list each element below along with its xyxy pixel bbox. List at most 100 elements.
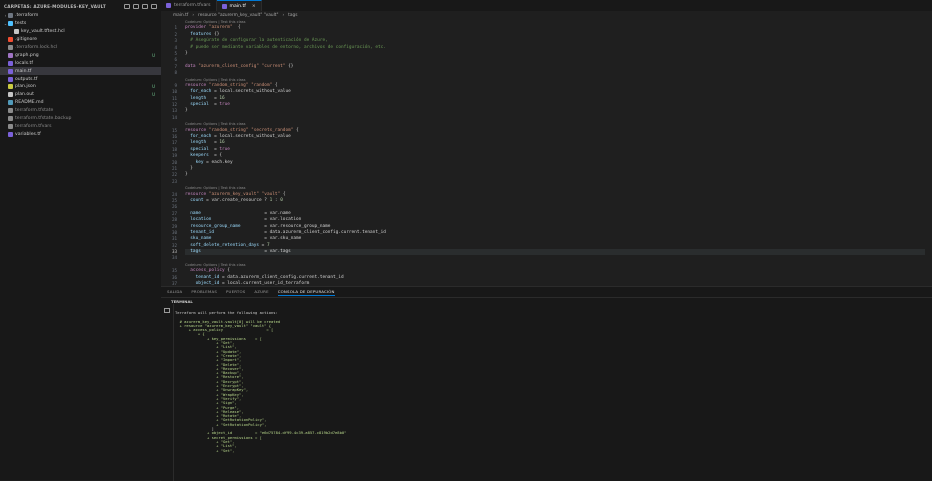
code-token: soft_delete_retention_days [185, 242, 260, 248]
editor-tab[interactable]: main.tf × [216, 0, 262, 11]
terraform-file-icon [166, 3, 171, 8]
editor-tab[interactable]: terraform.tfvars [161, 0, 217, 11]
file-icon [8, 108, 13, 114]
code-token: tenant_id [185, 274, 223, 280]
file-icon [8, 123, 13, 129]
code-token: tenant_id [185, 229, 215, 235]
terminal-output[interactable]: Terraform will perform the following act… [175, 310, 925, 453]
code-token: length [185, 140, 209, 146]
code-editor[interactable]: 1 2 3 4 5 6 7 8 9 10 11 12 13 14 15 16 17 18 19 20 21 22 23 24 2… [161, 19, 932, 286]
panel-tab-bar: SALIDA PROBLEMAS PUERTOS AZURE CONSOLA DE DE… [161, 287, 932, 297]
editor-tab-label: main.tf [229, 3, 246, 9]
collapse-all-icon[interactable] [151, 3, 157, 9]
panel-tab[interactable]: PUERTOS [226, 289, 245, 295]
code-token: = var.sku_name [211, 236, 302, 242]
file-tree-item[interactable]: locals.tf [0, 59, 161, 67]
file-tree-label: terraform.tfstate [15, 108, 54, 114]
file-tree-item[interactable]: › .terraform [0, 12, 161, 20]
file-tree-item[interactable]: terraform.tfstate [0, 107, 161, 115]
file-tree-item[interactable]: .gitignore [0, 36, 161, 44]
code-token: { [232, 25, 241, 31]
panel-tab[interactable]: PROBLEMAS [191, 289, 217, 295]
code-token: true [219, 146, 230, 152]
code-token: 0 [280, 197, 283, 203]
panel-tab[interactable]: AZURE [254, 289, 268, 295]
terminal-line: + "Set", [175, 447, 235, 453]
code-token: true [219, 102, 230, 108]
code-token: = [208, 95, 220, 101]
code-token: for_each [185, 89, 215, 95]
terminal-icon[interactable] [164, 308, 170, 313]
breadcrumb-symbol[interactable]: tags [288, 13, 297, 18]
file-tree-label: plan.out [15, 92, 34, 98]
code-token: name [185, 210, 201, 216]
file-tree-item[interactable]: plan.json U [0, 83, 161, 91]
file-tree-label: plan.json [15, 84, 36, 90]
panel-tab[interactable]: SALIDA [167, 289, 182, 295]
git-status-badge: U [152, 84, 155, 90]
code-token: = data.azurerm_client_config.current.ten… [214, 229, 386, 235]
file-icon [14, 29, 19, 35]
folder-icon [8, 13, 13, 19]
terminal-side-toolbar [161, 304, 174, 481]
file-icon [8, 68, 13, 74]
terminal-header: TERMINAL [161, 297, 932, 304]
code-area[interactable]: Codeium: Options | Test this class provid… [185, 19, 925, 286]
code-token: : [272, 197, 281, 203]
file-icon [8, 84, 13, 90]
file-tree-item[interactable]: .terraform.lock.hcl [0, 44, 161, 52]
code-token: } [185, 108, 188, 114]
file-tree-label: key_vault.tftest.hcl [21, 29, 65, 35]
code-token: keepers [185, 153, 212, 159]
new-folder-icon[interactable] [133, 3, 139, 9]
file-tree-item[interactable]: key_vault.tftest.hcl [0, 28, 161, 36]
breadcrumb-file[interactable]: main.tf [173, 13, 188, 18]
code-token: "azurerm_client_config" "current" [198, 63, 286, 69]
refresh-icon[interactable] [142, 3, 148, 9]
file-tree-item[interactable]: main.tf [0, 67, 161, 76]
file-tree-item[interactable]: graph.png U [0, 51, 161, 59]
file-tree-label: variables.tf [15, 131, 41, 137]
terminal-title[interactable]: TERMINAL [171, 299, 193, 304]
file-tree-label: locals.tf [15, 60, 33, 66]
code-token: count [185, 197, 207, 203]
code-token: length [185, 95, 209, 101]
git-status-badge: U [152, 92, 155, 98]
file-tree-item[interactable]: terraform.tfvars [0, 122, 161, 130]
line-number-gutter: 1 2 3 4 5 6 7 8 9 10 11 12 13 14 15 16 17 18 19 20 21 22 23 24 2… [161, 19, 179, 286]
code-token: = var.create_resource ? [206, 197, 270, 203]
file-icon [8, 76, 13, 82]
file-icon [8, 37, 13, 43]
file-tree-item[interactable]: plan.out U [0, 91, 161, 99]
close-icon[interactable]: × [252, 4, 256, 9]
code-token: 7 [266, 242, 270, 248]
editor-tab-label: terraform.tfvars [174, 3, 211, 8]
code-token: "random_string" "random" [208, 82, 273, 88]
code-token: provider [185, 25, 209, 31]
explorer-sidebar: CARPETAS: AZURE-MODULES-KEY_VAULT › .terr… [0, 0, 162, 480]
file-tree: › .terraform ⌄ tests key_vault.tftest.hcl .gi… [0, 12, 161, 138]
code-token: = var.location [211, 217, 302, 223]
file-tree-label: .terraform.lock.hcl [15, 45, 58, 50]
file-icon [8, 45, 13, 50]
code-token: special [185, 146, 212, 152]
folder-icon [8, 21, 13, 27]
file-tree-label: main.tf [15, 68, 32, 74]
code-token: = { [211, 153, 223, 159]
file-tree-item[interactable]: README.md [0, 99, 161, 107]
panel-tab[interactable]: CONSOLA DE DEPURACIÓN [277, 289, 335, 296]
new-file-icon[interactable] [124, 3, 130, 9]
code-token: = local.secrets_without_value [214, 89, 291, 95]
file-tree-item[interactable]: outputs.tf [0, 75, 161, 83]
file-tree-item[interactable]: variables.tf [0, 130, 161, 138]
file-tree-item[interactable]: ⌄ tests [0, 20, 161, 28]
file-tree-label: .gitignore [15, 37, 37, 43]
code-token: 16 [219, 95, 225, 101]
code-token: = [208, 140, 220, 146]
code-token: } [185, 172, 188, 178]
code-token: } [185, 165, 193, 171]
breadcrumb-resource[interactable]: resource "azurerm_key_vault" "vault" [198, 13, 278, 18]
git-status-badge: U [152, 52, 155, 58]
file-tree-label: README.md [15, 100, 44, 106]
file-tree-item[interactable]: terraform.tfstate.backup [0, 115, 161, 123]
